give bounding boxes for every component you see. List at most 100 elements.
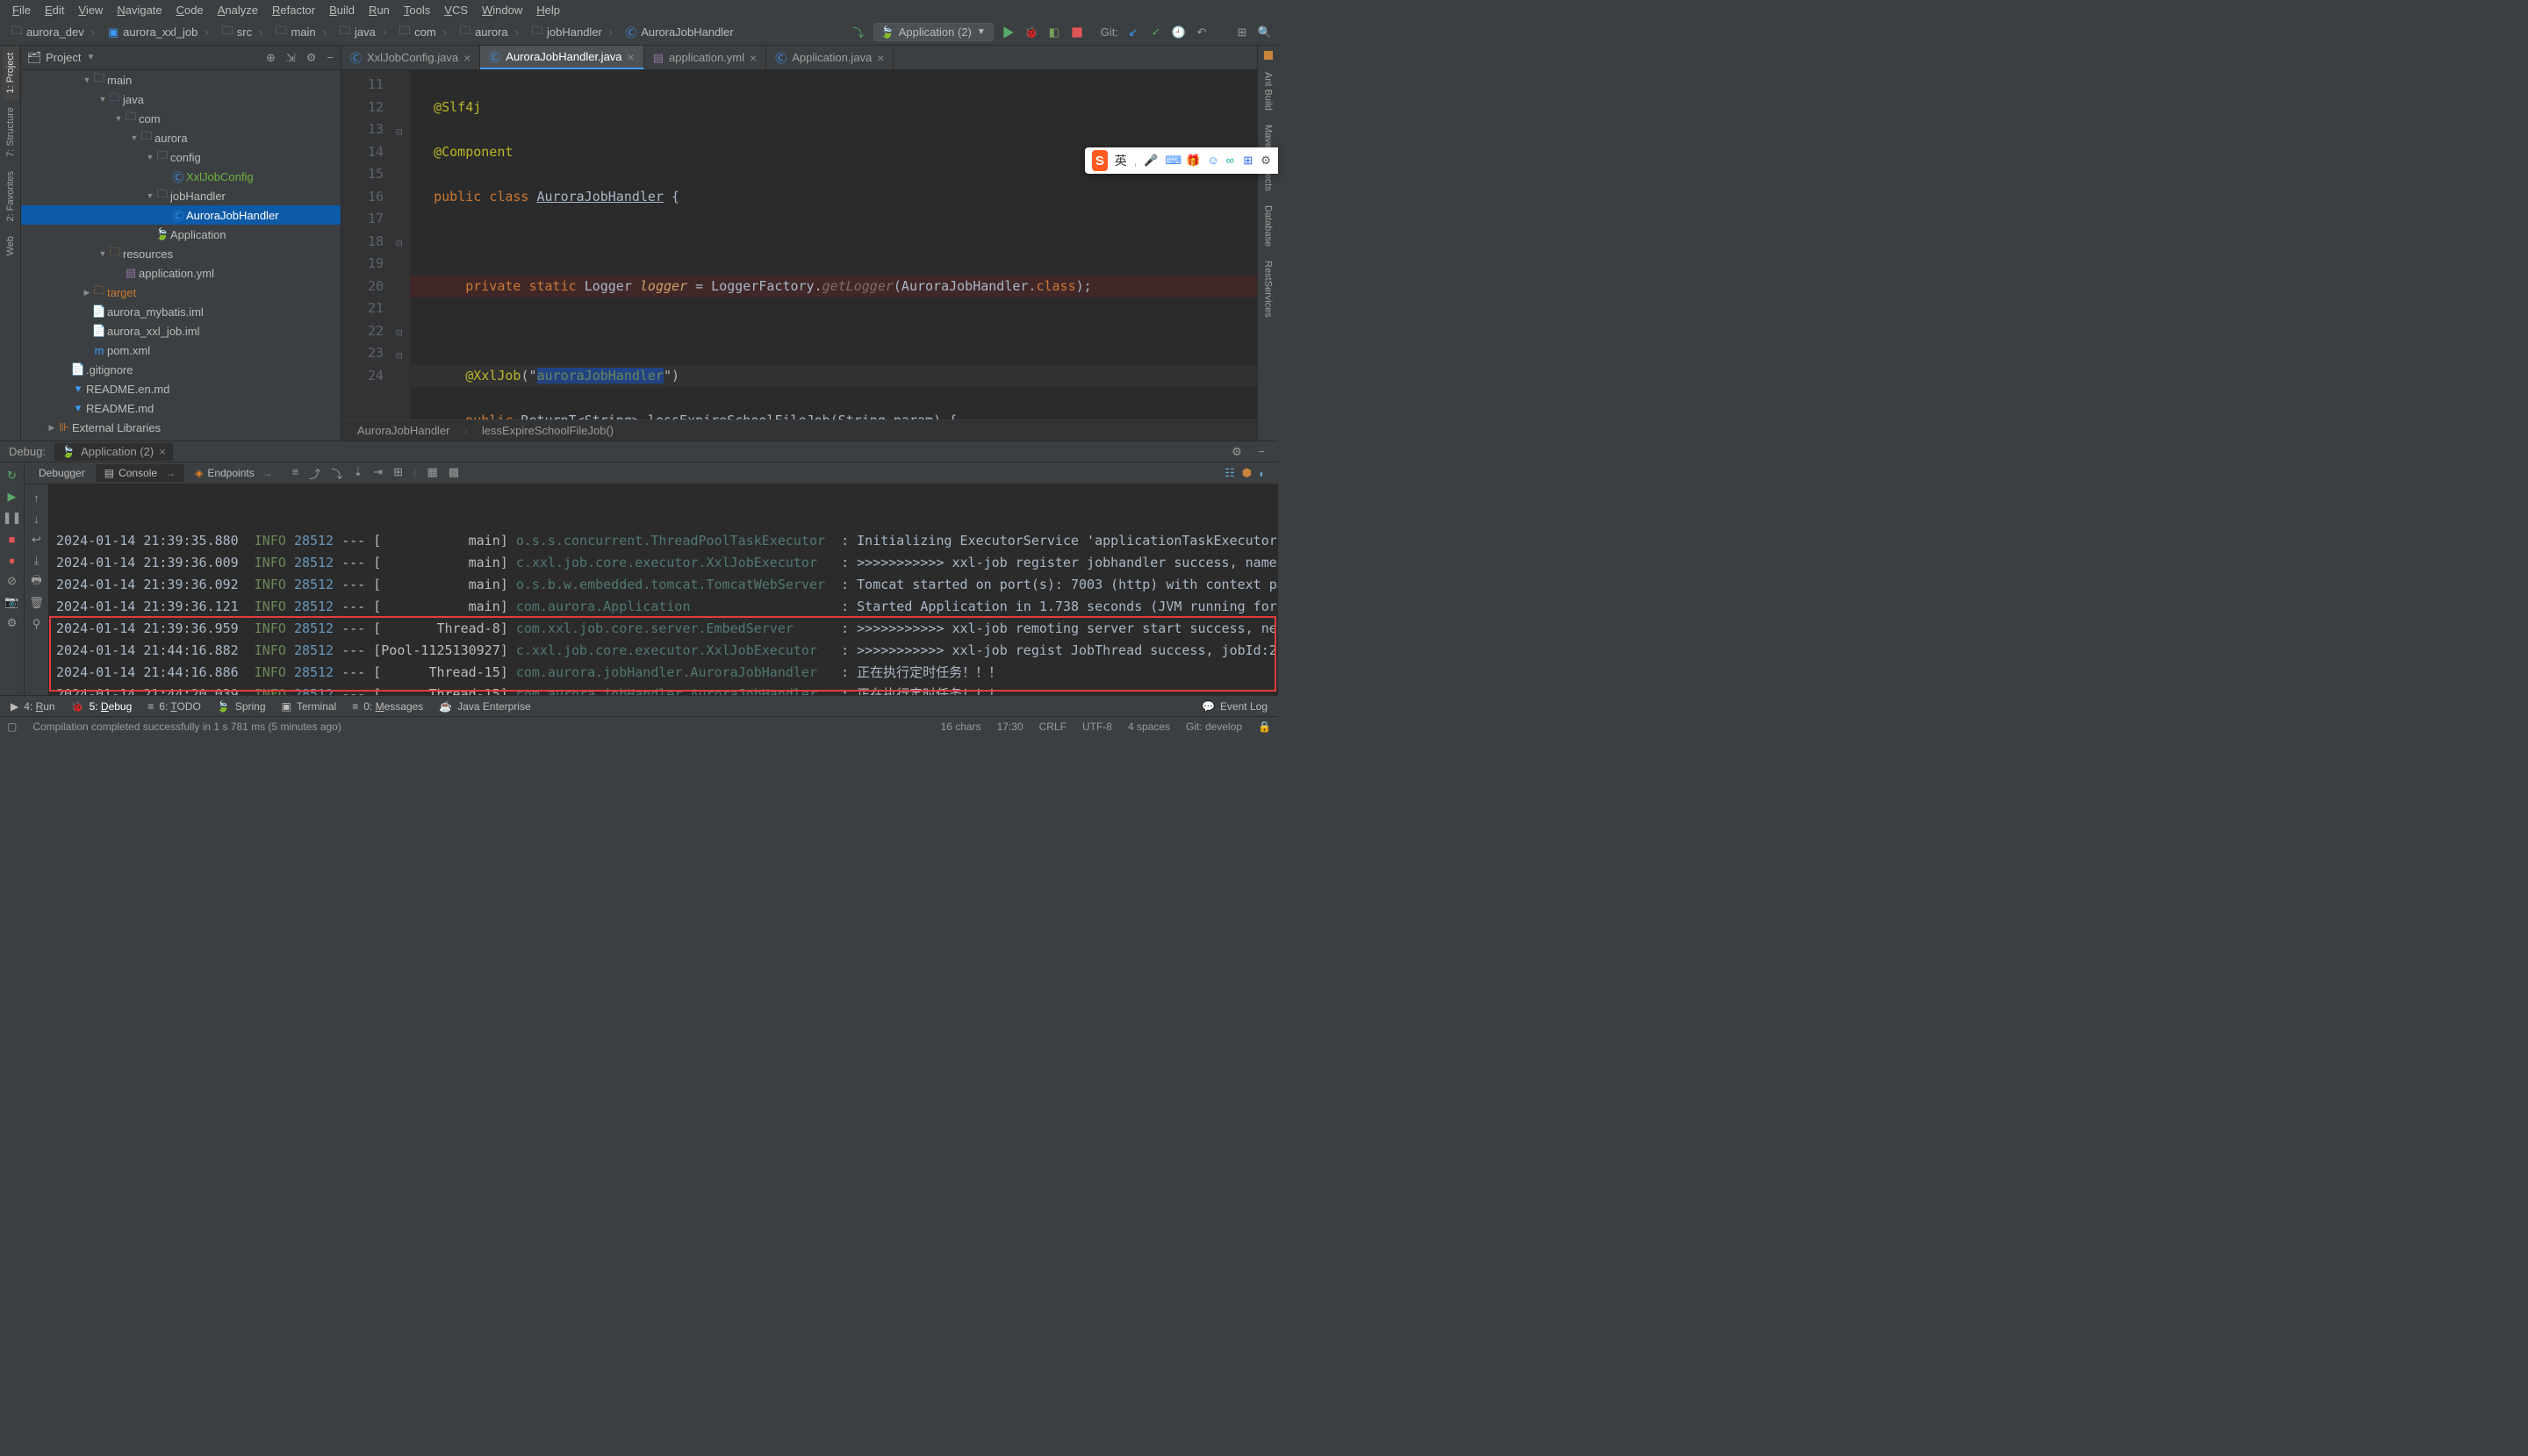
filter-icon[interactable]: ⚲	[29, 616, 45, 632]
down-icon[interactable]: ↓	[29, 511, 45, 527]
git-commit-icon[interactable]: ✓	[1148, 25, 1164, 40]
tab-endpoints[interactable]: ◈Endpoints→	[186, 464, 282, 482]
resume-icon[interactable]: ▶	[4, 489, 20, 505]
menu-build[interactable]: Build	[322, 1, 362, 19]
camera-icon[interactable]: 📷	[4, 594, 20, 610]
tree-item[interactable]: ▼🗀aurora	[21, 128, 341, 147]
breadcrumb-item[interactable]: 🗀main›	[269, 24, 332, 40]
clear-icon[interactable]: 🗑	[29, 595, 45, 611]
step-over-icon[interactable]: ≡	[292, 465, 299, 482]
editor-tab[interactable]: ⒸXxlJobConfig.java×	[341, 46, 480, 69]
status-encoding[interactable]: UTF-8	[1082, 721, 1112, 733]
left-tab-web[interactable]: Web	[3, 229, 18, 262]
tree-item[interactable]: ▾README.en.md	[21, 379, 341, 398]
status-position[interactable]: 17:30	[997, 721, 1023, 733]
keyboard-icon[interactable]: ⌨	[1165, 154, 1179, 168]
force-step-icon[interactable]: ⇣	[353, 465, 363, 482]
tree-item[interactable]: ▼🗀java	[21, 90, 341, 109]
ime-lang[interactable]: 英	[1115, 152, 1127, 169]
tree-item[interactable]: 🍃Application	[21, 225, 341, 244]
breadcrumb-item[interactable]: ⒸAuroraJobHandler	[620, 24, 739, 40]
toolwindow-run[interactable]: ▶4: Run	[11, 700, 55, 713]
git-history-icon[interactable]: 🕘	[1171, 25, 1187, 40]
menu-tools[interactable]: Tools	[397, 1, 437, 19]
left-tab-project[interactable]: 1: Project	[3, 46, 18, 100]
status-branch[interactable]: Git: develop	[1186, 721, 1242, 733]
breadcrumb-item[interactable]: 🗀com›	[393, 24, 452, 40]
breadcrumb-item[interactable]: 🗀java›	[334, 24, 391, 40]
tree-item[interactable]: ⊞Scratches and Consoles	[21, 437, 341, 441]
tree-item[interactable]: ▼🗀jobHandler	[21, 186, 341, 205]
hide-icon[interactable]: −	[327, 51, 334, 65]
editor-breadcrumb[interactable]: AuroraJobHandler › lessExpireSchoolFileJ…	[341, 420, 1257, 441]
toolwindow-todo[interactable]: ≡6: TODO	[147, 700, 201, 713]
debug-button[interactable]: 🐞	[1023, 25, 1039, 40]
tree-item[interactable]: 📄aurora_mybatis.iml	[21, 302, 341, 321]
menu-analyze[interactable]: Analyze	[211, 1, 265, 19]
breadcrumb-item[interactable]: 🗀src›	[216, 24, 269, 40]
status-box-icon[interactable]: ▢	[7, 721, 17, 733]
right-tab-database[interactable]: Database	[1260, 198, 1276, 254]
toolwindow-javaenterprise[interactable]: ☕Java Enterprise	[439, 700, 530, 713]
git-pull-icon[interactable]: ↙	[1125, 25, 1141, 40]
close-icon[interactable]: ×	[463, 51, 470, 65]
menu-edit[interactable]: Edit	[38, 1, 71, 19]
menu-help[interactable]: Help	[529, 1, 567, 19]
tool-icon[interactable]: ⬢	[1242, 466, 1252, 480]
layout-icon[interactable]: ▦	[427, 465, 437, 482]
hide-icon[interactable]: −	[1253, 444, 1269, 460]
gift-icon[interactable]: 🎁	[1186, 154, 1200, 168]
left-tab-structure[interactable]: 7: Structure	[3, 100, 18, 164]
settings-icon[interactable]: ⚙	[4, 615, 20, 631]
menu-refactor[interactable]: Refactor	[265, 1, 322, 19]
tab-console[interactable]: ▤Console→	[96, 464, 184, 482]
tree-item[interactable]: ▼🗀com	[21, 109, 341, 128]
editor-tab[interactable]: ⒸAuroraJobHandler.java×	[480, 46, 643, 69]
step-out-icon[interactable]: ⤵	[331, 465, 342, 482]
mic-icon[interactable]: 🎤	[1144, 154, 1158, 168]
step-into-icon[interactable]: ⤴	[309, 465, 320, 482]
link-icon[interactable]: ∞	[1226, 154, 1237, 168]
breadcrumb-item[interactable]: 🗀aurora›	[454, 24, 524, 40]
left-tab-favorites[interactable]: 2: Favorites	[3, 164, 18, 228]
target-icon[interactable]: ⊕	[266, 51, 276, 65]
menu-code[interactable]: Code	[169, 1, 211, 19]
menu-vcs[interactable]: VCS	[437, 1, 475, 19]
menu-navigate[interactable]: Navigate	[110, 1, 169, 19]
run-config-selector[interactable]: 🍃 Application (2) ▼	[873, 23, 994, 41]
mute-breakpoints-icon[interactable]: ⊘	[4, 573, 20, 589]
rerun-icon[interactable]: ↻	[4, 468, 20, 484]
tree-item[interactable]: ▾README.md	[21, 398, 341, 418]
tree-item[interactable]: ▼🗀main	[21, 70, 341, 90]
expand-icon[interactable]: ⇲	[286, 51, 296, 65]
coverage-icon[interactable]: ◧	[1046, 25, 1062, 40]
build-icon[interactable]: ⤵	[851, 25, 866, 40]
layout2-icon[interactable]: ▩	[449, 465, 459, 482]
breadcrumb-item[interactable]: ▣aurora_xxl_job›	[102, 24, 214, 40]
up-icon[interactable]: ↑	[29, 490, 45, 506]
right-tab-restservices[interactable]: RestServices	[1260, 254, 1276, 325]
face-icon[interactable]: ☺	[1207, 154, 1218, 168]
chevron-down-icon[interactable]: ▼	[86, 53, 95, 62]
pause-icon[interactable]: ❚❚	[4, 510, 20, 526]
tab-debugger[interactable]: Debugger	[30, 464, 94, 482]
ime-gear-icon[interactable]: ⚙	[1260, 154, 1271, 168]
code-editor[interactable]: @Slf4j @Component public class AuroraJob…	[410, 70, 1257, 420]
breadcrumb-item[interactable]: 🗀aurora_dev›	[5, 24, 100, 40]
grid-icon[interactable]: ⊞	[1243, 154, 1253, 168]
lock-icon[interactable]: 🔒	[1258, 721, 1271, 733]
tree-item[interactable]: mpom.xml	[21, 341, 341, 360]
stop-icon[interactable]: ■	[4, 531, 20, 547]
breadcrumb-item[interactable]: 🗀jobHandler›	[526, 24, 618, 40]
menu-view[interactable]: View	[71, 1, 110, 19]
ide-settings-icon[interactable]: ⊞	[1234, 25, 1250, 40]
ime-toolbar[interactable]: S 英 , 🎤 ⌨ 🎁 ☺ ∞ ⊞ ⚙	[1085, 147, 1278, 174]
editor-tab[interactable]: ⒸApplication.java×	[766, 46, 894, 69]
close-icon[interactable]: ×	[750, 51, 757, 65]
event-log[interactable]: 💬Event Log	[1202, 700, 1268, 713]
search-icon[interactable]: 🔍	[1257, 25, 1273, 40]
toolwindow-debug[interactable]: 🐞5: Debug	[71, 700, 133, 713]
toolwindow-messages[interactable]: ≡0: Messages	[352, 700, 423, 713]
menu-window[interactable]: Window	[475, 1, 529, 19]
tree-item[interactable]: ▼🗀config	[21, 147, 341, 167]
